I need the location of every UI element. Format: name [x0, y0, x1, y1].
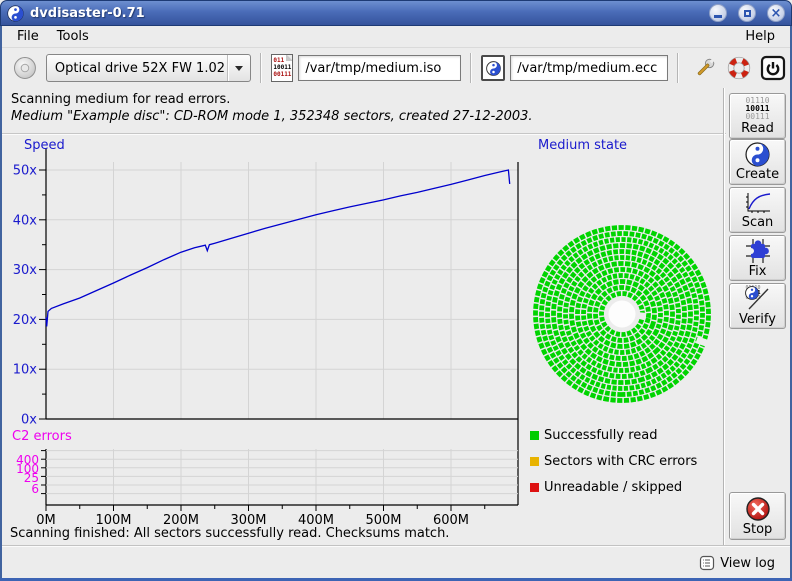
scan-button[interactable]: Scan [729, 187, 786, 233]
legend-item-crc: Sectors with CRC errors [530, 454, 697, 469]
drive-selector-value: Optical drive 52X FW 1.02 [47, 61, 227, 76]
c2-y-tick-label: 6 [31, 482, 39, 496]
stop-icon [745, 496, 771, 522]
create-icon [745, 142, 770, 167]
drive-selector[interactable]: Optical drive 52X FW 1.02 [46, 54, 251, 82]
action-message: Scanning medium for read errors. [11, 92, 230, 107]
legend-swatch-red [530, 483, 539, 492]
verify-icon: 01110 10011 00111 [745, 286, 771, 312]
yin-yang-icon [486, 61, 501, 76]
speed-y-tick-label: 20x [13, 313, 38, 328]
separator-line [2, 133, 726, 135]
create-button[interactable]: Create [729, 139, 786, 185]
legend-item-success: Successfully read [530, 428, 657, 443]
statusbar: View log [2, 545, 790, 579]
main-area: Scanning medium for read errors. Medium … [2, 88, 726, 545]
legend-label: Successfully read [544, 428, 657, 443]
read-button-label: Read [741, 122, 774, 136]
speed-y-tick-label: 50x [13, 164, 38, 179]
menu-help[interactable]: Help [736, 27, 784, 46]
iso-file-icon: 011 10011 00111 [271, 54, 293, 82]
toolbar-separator [677, 53, 679, 83]
legend-swatch-yellow [530, 457, 539, 466]
iso-icon-row: 10011 [273, 64, 291, 71]
view-log-icon [699, 555, 715, 571]
titlebar: dvdisaster-0.71 × [0, 0, 792, 26]
view-log-label: View log [720, 556, 775, 571]
menubar: File Tools Help [2, 26, 790, 47]
legend-label: Sectors with CRC errors [544, 454, 697, 469]
close-button[interactable]: × [767, 4, 785, 22]
speed-and-c2-charts: 0x10x20x30x40x50x0M100M200M300M400M500M6… [2, 88, 726, 545]
read-button[interactable]: 01110 10011 00111 Read [729, 93, 786, 139]
iso-icon-row: 00111 [273, 71, 291, 78]
lifebuoy-icon [727, 56, 751, 80]
toolbar-separator [470, 53, 472, 83]
toolbar: Optical drive 52X FW 1.02 011 10011 0011… [2, 47, 790, 88]
view-log-button[interactable]: View log [694, 551, 780, 575]
medium-state-disc [2, 88, 726, 545]
fix-button-label: Fix [749, 265, 767, 279]
preferences-button[interactable] [690, 53, 720, 83]
menu-file[interactable]: File [8, 27, 48, 46]
action-panel: 01110 10011 00111 Read Create Scan [723, 88, 791, 545]
toolbar-separator [260, 53, 262, 83]
app-window: dvdisaster-0.71 × File Tools Help Optica… [0, 0, 792, 581]
menu-tools[interactable]: Tools [48, 27, 98, 46]
speed-y-tick-label: 40x [13, 213, 38, 228]
chevron-down-icon [235, 66, 243, 71]
speed-y-tick-label: 0x [21, 413, 37, 428]
legend-item-unreadable: Unreadable / skipped [530, 480, 682, 495]
yin-yang-app-icon [7, 5, 24, 22]
read-icon: 01110 10011 00111 [745, 97, 769, 121]
speed-y-tick-label: 30x [13, 263, 38, 278]
maximize-icon [744, 10, 751, 17]
medium-info-message: Medium "Example disc": CD-ROM mode 1, 35… [11, 109, 533, 124]
window-title: dvdisaster-0.71 [30, 6, 145, 21]
fix-icon [745, 238, 771, 264]
cd-drive-icon [12, 55, 38, 81]
ecc-file-input[interactable] [510, 55, 668, 81]
window-border-left [0, 26, 2, 581]
drive-selector-arrow [227, 55, 250, 81]
speed-chart-title: Speed [24, 138, 65, 153]
quit-button[interactable] [758, 53, 788, 83]
c2-errors-title: C2 errors [12, 429, 72, 444]
legend-label: Unreadable / skipped [544, 480, 682, 495]
create-button-label: Create [736, 168, 779, 182]
scan-result-message: Scanning finished: All sectors successfu… [10, 526, 449, 541]
help-button[interactable] [724, 53, 754, 83]
minimize-button[interactable] [709, 4, 727, 22]
maximize-button[interactable] [738, 4, 756, 22]
verify-button-label: Verify [739, 313, 776, 327]
c2-y-tick-label: 400 [16, 453, 39, 467]
iso-file-input[interactable] [298, 55, 461, 81]
stop-button[interactable]: Stop [729, 492, 786, 540]
verify-button[interactable]: 01110 10011 00111 Verify [729, 283, 786, 329]
stop-button-label: Stop [743, 523, 773, 537]
scan-icon [744, 191, 771, 215]
c2-y-tick-label: 25 [24, 471, 39, 485]
scan-button-label: Scan [742, 216, 774, 230]
close-icon: × [771, 7, 782, 20]
legend-swatch-green [530, 431, 539, 440]
c2-y-tick-label: 100 [16, 462, 39, 476]
wrench-icon [693, 56, 717, 80]
ecc-file-icon [481, 55, 505, 81]
power-icon [760, 55, 786, 81]
fix-button[interactable]: Fix [729, 235, 786, 281]
minimize-icon [714, 15, 722, 18]
medium-state-title: Medium state [538, 138, 627, 153]
speed-y-tick-label: 10x [13, 363, 38, 378]
